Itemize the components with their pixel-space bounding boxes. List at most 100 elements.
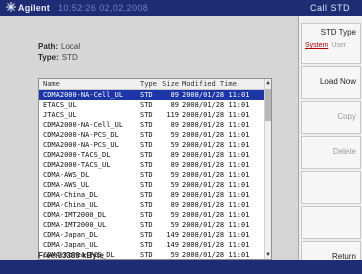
file-size: 59 bbox=[170, 211, 179, 219]
file-modified: 2008/01/28 11:01 bbox=[182, 151, 250, 159]
file-modified: 2008/01/28 11:01 bbox=[182, 121, 250, 129]
file-modified: 2008/01/28 11:01 bbox=[182, 131, 250, 139]
menu-title: Call STD bbox=[309, 3, 350, 13]
file-modified: 2008/01/28 11:01 bbox=[182, 111, 250, 119]
table-row[interactable]: CDMA2000-TACS_UL STD 89 2008/01/28 11:01 bbox=[39, 160, 271, 170]
file-name: CDMA2000-TACS_DL bbox=[43, 151, 111, 159]
softkey-blank[interactable] bbox=[301, 206, 361, 239]
path-info: Path: Local bbox=[38, 42, 80, 51]
file-size: 89 bbox=[170, 201, 179, 209]
file-modified: 2008/01/28 11:01 bbox=[182, 161, 250, 169]
main-panel: Path: Local Type: STD Name Type Size Modif… bbox=[0, 16, 298, 260]
header-name[interactable]: Name bbox=[43, 79, 139, 89]
table-row[interactable]: CDMA-China_DL STD 89 2008/01/28 11:01 bbox=[39, 190, 271, 200]
type-info: Type: STD bbox=[38, 53, 78, 62]
table-row[interactable]: CDMA-Japan_DL STD 149 2008/01/28 11:01 bbox=[39, 230, 271, 240]
file-name: CDMA-China_DL bbox=[43, 191, 98, 199]
file-type: STD bbox=[140, 91, 153, 99]
table-row[interactable]: CDMA2000-NA-PCS_DL STD 59 2008/01/28 11:01 bbox=[39, 130, 271, 140]
file-size: 89 bbox=[170, 151, 179, 159]
file-type: STD bbox=[140, 171, 153, 179]
brand: Agilent bbox=[6, 0, 50, 16]
file-name: CDMA-AWS_DL bbox=[43, 171, 90, 179]
file-modified: 2008/01/28 11:01 bbox=[182, 241, 250, 249]
copy-button[interactable]: Copy bbox=[301, 101, 361, 134]
option-user: User bbox=[331, 42, 347, 49]
file-name: CDMA2000-TACS_UL bbox=[43, 161, 111, 169]
file-size: 89 bbox=[170, 121, 179, 129]
file-size: 119 bbox=[166, 111, 179, 119]
file-modified: 2008/01/28 11:01 bbox=[182, 211, 250, 219]
file-name: CDMA2000-NA-Cell_UL bbox=[43, 91, 124, 99]
type-label: Type: bbox=[38, 53, 59, 62]
file-size: 59 bbox=[170, 251, 179, 259]
std-type-title: STD Type bbox=[320, 28, 356, 37]
type-value: STD bbox=[61, 53, 78, 62]
file-type: STD bbox=[140, 211, 153, 219]
copy-label: Copy bbox=[337, 112, 356, 121]
table-row[interactable]: CDMA-IMT2000_UL STD 59 2008/01/28 11:01 bbox=[39, 220, 271, 230]
list-header: Name Type Size Modified Time bbox=[39, 79, 271, 90]
file-size: 59 bbox=[170, 171, 179, 179]
file-type: STD bbox=[140, 251, 153, 259]
file-modified: 2008/01/28 11:01 bbox=[182, 91, 250, 99]
header-size[interactable]: Size bbox=[161, 79, 179, 89]
scroll-down-icon[interactable]: ▼ bbox=[265, 251, 271, 259]
table-row[interactable]: CDMA-AWS_UL STD 59 2008/01/28 11:01 bbox=[39, 180, 271, 190]
file-name: ETACS_UL bbox=[43, 101, 77, 109]
list-rows: CDMA2000-NA-Cell_UL STD 89 2008/01/28 11:01… bbox=[39, 90, 271, 260]
file-type: STD bbox=[140, 181, 153, 189]
header-modified[interactable]: Modified Time bbox=[182, 79, 262, 89]
scroll-thumb[interactable] bbox=[265, 89, 271, 121]
file-modified: 2008/01/28 11:01 bbox=[182, 221, 250, 229]
file-list[interactable]: Name Type Size Modified Time CDMA2000-NA… bbox=[38, 78, 272, 260]
delete-button[interactable]: Delete bbox=[301, 136, 361, 169]
brand-name: Agilent bbox=[18, 3, 50, 13]
load-now-button[interactable]: Load Now bbox=[301, 66, 361, 99]
file-type: STD bbox=[140, 161, 153, 169]
file-size: 59 bbox=[170, 141, 179, 149]
file-modified: 2008/01/28 11:01 bbox=[182, 141, 250, 149]
agilent-spark-icon bbox=[6, 2, 16, 12]
file-size: 59 bbox=[170, 131, 179, 139]
file-modified: 2008/01/28 11:01 bbox=[182, 181, 250, 189]
file-name: JTACS_UL bbox=[43, 111, 77, 119]
table-row[interactable]: CDMA2000-NA-PCS_UL STD 59 2008/01/28 11:01 bbox=[39, 140, 271, 150]
softkey-footer bbox=[298, 260, 362, 274]
delete-label: Delete bbox=[332, 147, 356, 156]
file-name: CDMA2000-NA-PCS_UL bbox=[43, 141, 119, 149]
file-type: STD bbox=[140, 141, 153, 149]
softkey-panel: STD Type System User Load Now Copy Delete… bbox=[298, 16, 362, 274]
scroll-up-icon[interactable]: ▲ bbox=[265, 79, 271, 87]
file-name: CDMA-IMT2000_DL bbox=[43, 211, 107, 219]
file-size: 89 bbox=[170, 91, 179, 99]
table-row[interactable]: CDMA2000-NA-Cell_UL STD 89 2008/01/28 11:01 bbox=[39, 90, 271, 100]
table-row[interactable]: CDMA-IMT2000_DL STD 59 2008/01/28 11:01 bbox=[39, 210, 271, 220]
file-name: CDMA-Japan_UL bbox=[43, 241, 98, 249]
file-modified: 2008/01/28 11:01 bbox=[182, 191, 250, 199]
std-type-softkey[interactable]: STD Type System User bbox=[301, 23, 361, 64]
scrollbar[interactable]: ▲ ▼ bbox=[264, 79, 271, 259]
file-type: STD bbox=[140, 121, 153, 129]
status-bar: Agilent 10:52:26 02,02,2008 Call STD bbox=[0, 0, 362, 16]
free-label: Free: bbox=[38, 251, 58, 260]
header-type[interactable]: Type bbox=[140, 79, 158, 89]
table-row[interactable]: ETACS_UL STD 89 2008/01/28 11:01 bbox=[39, 100, 271, 110]
table-row[interactable]: CDMA-AWS_DL STD 59 2008/01/28 11:01 bbox=[39, 170, 271, 180]
file-size: 59 bbox=[170, 221, 179, 229]
table-row[interactable]: CDMA2000-TACS_DL STD 89 2008/01/28 11:01 bbox=[39, 150, 271, 160]
table-row[interactable]: CDMA-Japan_UL STD 149 2008/01/28 11:01 bbox=[39, 240, 271, 250]
file-modified: 2008/01/28 11:01 bbox=[182, 251, 250, 259]
std-type-options: System User bbox=[305, 42, 346, 49]
file-size: 89 bbox=[170, 161, 179, 169]
table-row[interactable]: JTACS_UL STD 119 2008/01/28 11:01 bbox=[39, 110, 271, 120]
file-size: 89 bbox=[170, 191, 179, 199]
table-row[interactable]: CDMA-China_UL STD 89 2008/01/28 11:01 bbox=[39, 200, 271, 210]
free-space: Free:33380 kByte bbox=[38, 251, 104, 260]
file-type: STD bbox=[140, 111, 153, 119]
table-row[interactable]: CDMA2000-NA-Cell_UL STD 89 2008/01/28 11:01 bbox=[39, 120, 271, 130]
file-size: 89 bbox=[170, 101, 179, 109]
file-type: STD bbox=[140, 151, 153, 159]
file-type: STD bbox=[140, 191, 153, 199]
softkey-blank[interactable] bbox=[301, 171, 361, 204]
